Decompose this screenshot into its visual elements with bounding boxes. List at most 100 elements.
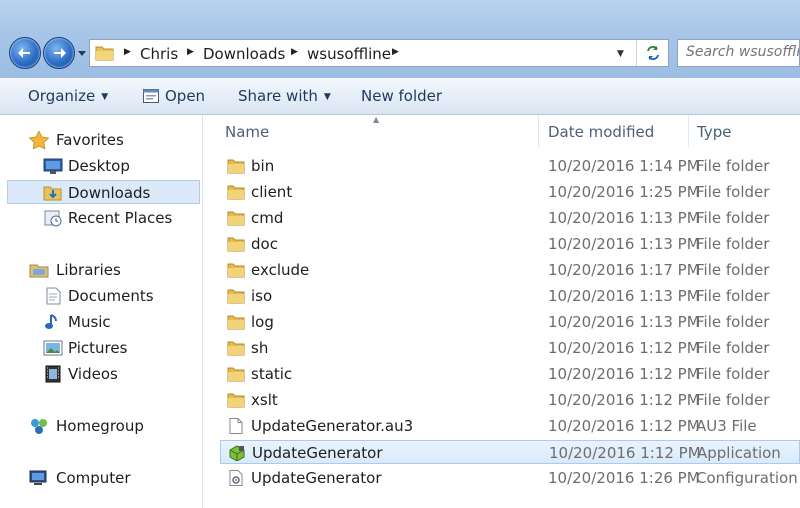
folder-icon — [227, 314, 245, 334]
file-date-modified: 10/20/2016 1:13 PM — [548, 287, 700, 305]
file-row[interactable]: iso 10/20/2016 1:13 PM File folder — [220, 284, 800, 308]
documents-icon — [46, 287, 61, 305]
column-header-name[interactable]: Name — [225, 123, 269, 141]
search-box[interactable] — [677, 39, 800, 67]
nav-label: Documents — [68, 287, 154, 305]
nav-documents[interactable]: Documents — [0, 284, 200, 308]
sort-ascending-icon: ▲ — [373, 115, 380, 124]
file-row[interactable]: cmd 10/20/2016 1:13 PM File folder — [220, 206, 800, 230]
refresh-button[interactable] — [636, 40, 670, 66]
column-header-date-modified[interactable]: Date modified — [548, 123, 654, 141]
file-date-modified: 10/20/2016 1:12 PM — [548, 391, 700, 409]
folder-icon — [95, 46, 114, 61]
file-row[interactable]: client 10/20/2016 1:25 PM File folder — [220, 180, 800, 204]
file-row[interactable]: sh 10/20/2016 1:12 PM File folder — [220, 336, 800, 360]
file-name: client — [251, 183, 293, 201]
breadcrumb-separator-icon[interactable]: ▶ — [124, 47, 131, 57]
file-row[interactable]: doc 10/20/2016 1:13 PM File folder — [220, 232, 800, 256]
nav-downloads[interactable]: Downloads — [7, 180, 200, 204]
folder-icon — [227, 262, 245, 282]
file-name: log — [251, 313, 274, 331]
file-row[interactable]: bin 10/20/2016 1:14 PM File folder — [220, 154, 800, 178]
file-type: File folder — [696, 391, 770, 409]
column-headers: ▲ Name Date modified Type — [203, 115, 800, 147]
nav-favorites[interactable]: Favorites — [0, 128, 200, 152]
column-divider[interactable] — [688, 115, 689, 147]
organize-button[interactable]: Organize ▼ — [28, 87, 108, 105]
nav-label: Desktop — [68, 157, 130, 175]
file-row[interactable]: exclude 10/20/2016 1:17 PM File folder — [220, 258, 800, 282]
nav-desktop[interactable]: Desktop — [0, 154, 200, 178]
file-date-modified: 10/20/2016 1:14 PM — [548, 157, 700, 175]
recent-pages-dropdown-icon[interactable] — [77, 48, 87, 58]
file-row[interactable]: UpdateGenerator 10/20/2016 1:12 PM Applica… — [220, 440, 800, 464]
nav-homegroup[interactable]: Homegroup — [0, 414, 200, 438]
forward-button[interactable] — [43, 37, 75, 69]
downloads-folder-icon — [43, 186, 62, 201]
column-divider[interactable] — [538, 115, 539, 147]
nav-label: Favorites — [56, 131, 124, 149]
recent-places-icon — [44, 210, 62, 227]
file-name: xslt — [251, 391, 278, 409]
file-date-modified: 10/20/2016 1:13 PM — [548, 313, 700, 331]
nav-pictures[interactable]: Pictures — [0, 336, 200, 360]
file-type: Configuration se — [696, 469, 800, 487]
nav-label: Videos — [68, 365, 118, 383]
file-type: File folder — [696, 235, 770, 253]
column-header-type[interactable]: Type — [697, 123, 731, 141]
address-bar[interactable]: ▶ Chris ▶ Downloads ▶ wsusoffline ▶ ▼ — [89, 39, 669, 67]
file-type: File folder — [696, 209, 770, 227]
file-name: UpdateGenerator — [252, 444, 383, 462]
file-row[interactable]: UpdateGenerator.au3 10/20/2016 1:12 PM AU3… — [220, 414, 800, 438]
file-type: File folder — [696, 339, 770, 357]
computer-icon — [29, 470, 47, 485]
nav-videos[interactable]: Videos — [0, 362, 200, 386]
file-date-modified: 10/20/2016 1:17 PM — [548, 261, 700, 279]
nav-recent-places[interactable]: Recent Places — [0, 206, 200, 230]
nav-label: Recent Places — [68, 209, 173, 227]
share-with-button[interactable]: Share with ▼ — [238, 87, 331, 105]
new-folder-button[interactable]: New folder — [361, 87, 442, 105]
folder-icon — [227, 340, 245, 360]
file-type: File folder — [696, 313, 770, 331]
nav-label: Pictures — [68, 339, 128, 357]
nav-computer[interactable]: Computer — [0, 466, 200, 490]
file-type: Application — [697, 444, 781, 462]
refresh-icon — [647, 46, 659, 60]
nav-libraries[interactable]: Libraries — [0, 258, 200, 282]
arrow-right-icon — [54, 48, 66, 58]
nav-music[interactable]: Music — [0, 310, 200, 334]
address-history-dropdown-icon[interactable]: ▼ — [617, 49, 624, 59]
file-row[interactable]: xslt 10/20/2016 1:12 PM File folder — [220, 388, 800, 412]
breadcrumb-separator-icon[interactable]: ▶ — [291, 47, 298, 57]
file-row[interactable]: UpdateGenerator 10/20/2016 1:26 PM Configu… — [220, 466, 800, 490]
file-type: File folder — [696, 261, 770, 279]
breadcrumb-separator-icon[interactable]: ▶ — [187, 47, 194, 57]
organize-label: Organize — [28, 87, 96, 105]
chevron-down-icon: ▼ — [323, 92, 331, 102]
breadcrumb-wsusoffline[interactable]: wsusoffline — [307, 45, 391, 63]
arrow-left-icon — [18, 48, 30, 58]
pictures-icon — [43, 340, 63, 356]
file-row[interactable]: static 10/20/2016 1:12 PM File folder — [220, 362, 800, 386]
config-file-icon — [227, 470, 245, 490]
breadcrumb-separator-icon[interactable]: ▶ — [392, 47, 399, 57]
document-icon — [227, 418, 245, 438]
folder-icon — [227, 210, 245, 230]
breadcrumb-downloads[interactable]: Downloads — [203, 45, 285, 63]
back-button[interactable] — [9, 37, 41, 69]
new-folder-label: New folder — [361, 87, 443, 105]
folder-icon — [227, 158, 245, 178]
application-icon — [228, 445, 246, 465]
chevron-down-icon: ▼ — [101, 92, 109, 102]
file-name: UpdateGenerator.au3 — [251, 417, 414, 435]
open-button[interactable]: Open — [165, 87, 205, 105]
search-input[interactable] — [684, 43, 799, 61]
breadcrumb-chris[interactable]: Chris — [140, 45, 178, 63]
nav-label: Music — [68, 313, 111, 331]
file-date-modified: 10/20/2016 1:26 PM — [548, 469, 700, 487]
file-name: bin — [251, 157, 275, 175]
file-list: ▲ Name Date modified Type bin 10/20/2016 … — [203, 115, 800, 508]
share-with-label: Share with — [238, 87, 318, 105]
file-row[interactable]: log 10/20/2016 1:13 PM File folder — [220, 310, 800, 334]
